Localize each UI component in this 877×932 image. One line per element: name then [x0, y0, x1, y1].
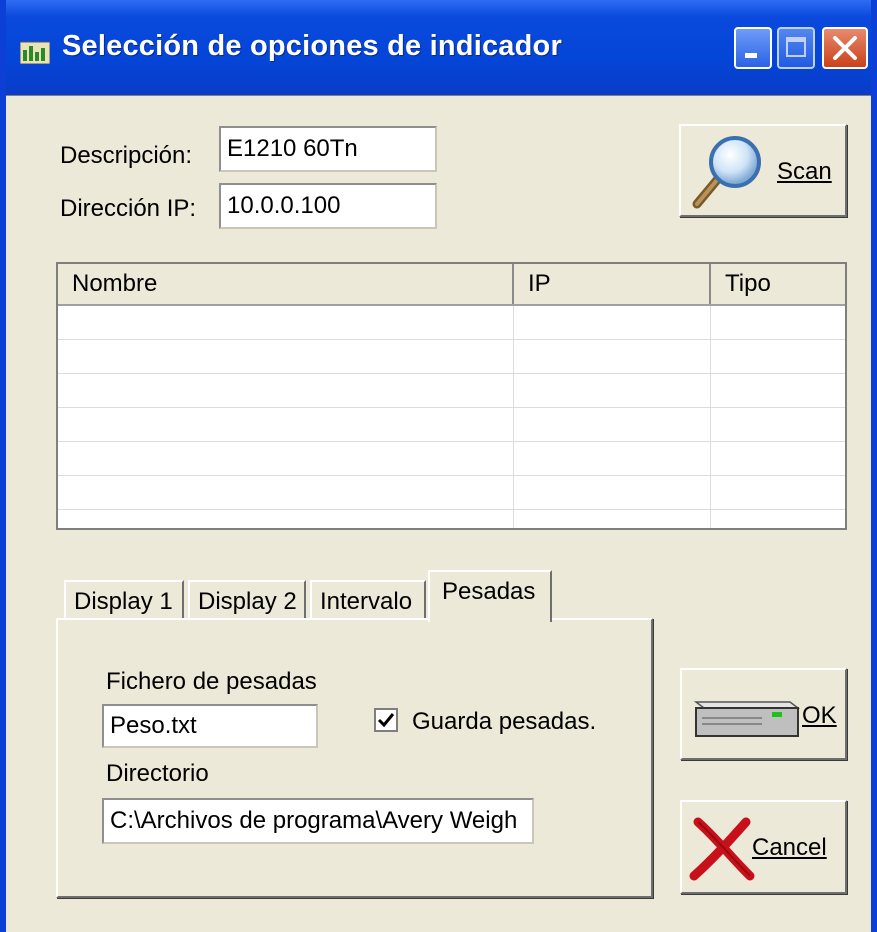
drive-icon [693, 701, 801, 737]
magnifier-icon [692, 136, 761, 209]
list-row [58, 306, 845, 340]
tab-display-2[interactable]: Display 2 [188, 580, 306, 622]
column-header-nombre[interactable]: Nombre [58, 264, 514, 304]
fichero-field[interactable]: Peso.txt [102, 704, 318, 748]
directorio-field[interactable]: C:\Archivos de programa\Avery Weigh [102, 798, 534, 844]
descripcion-field[interactable]: E1210 60Tn [219, 126, 437, 172]
indicator-list[interactable]: Nombre IP Tipo [56, 262, 847, 530]
tab-pesadas[interactable]: Pesadas [428, 570, 552, 622]
guarda-checkbox[interactable] [374, 708, 398, 732]
ip-label: Dirección IP: [60, 195, 197, 222]
scan-button-label: Scan [777, 158, 832, 185]
list-row [58, 340, 845, 374]
descripcion-label: Descripción: [60, 142, 193, 169]
cancel-button-label: Cancel [752, 834, 827, 861]
ok-button[interactable]: OK [680, 668, 847, 760]
fichero-label: Fichero de pesadas [106, 668, 317, 695]
scan-button[interactable]: Scan [679, 124, 847, 217]
column-header-tipo[interactable]: Tipo [711, 264, 845, 304]
list-row [58, 476, 845, 510]
close-icon [833, 36, 857, 60]
maximize-icon [786, 37, 806, 57]
list-body[interactable] [58, 306, 845, 528]
red-x-icon [689, 817, 755, 881]
minimize-button[interactable] [734, 27, 772, 69]
list-row [58, 442, 845, 476]
list-header: Nombre IP Tipo [58, 264, 845, 306]
directorio-label: Directorio [106, 760, 209, 787]
guarda-label[interactable]: Guarda pesadas. [412, 708, 596, 736]
cancel-button[interactable]: Cancel [680, 800, 847, 894]
tab-display-1[interactable]: Display 1 [64, 580, 184, 622]
title-bar[interactable]: Selección de opciones de indicador [6, 0, 871, 95]
app-icon [20, 41, 50, 64]
ok-button-label: OK [802, 702, 837, 729]
minimize-icon [745, 53, 757, 58]
ip-field[interactable]: 10.0.0.100 [219, 183, 437, 229]
dialog-window: Selección de opciones de indicador Descr… [0, 0, 877, 932]
list-row [58, 408, 845, 442]
column-header-ip[interactable]: IP [514, 264, 711, 304]
list-row [58, 374, 845, 408]
list-row [58, 510, 845, 528]
tab-intervalo[interactable]: Intervalo [310, 580, 426, 622]
close-button[interactable] [822, 27, 868, 69]
tab-panel-pesadas: Fichero de pesadas Peso.txt Guarda pesad… [56, 618, 653, 898]
checkmark-icon [377, 713, 395, 728]
window-title: Selección de opciones de indicador [62, 30, 562, 62]
maximize-button[interactable] [777, 27, 815, 69]
